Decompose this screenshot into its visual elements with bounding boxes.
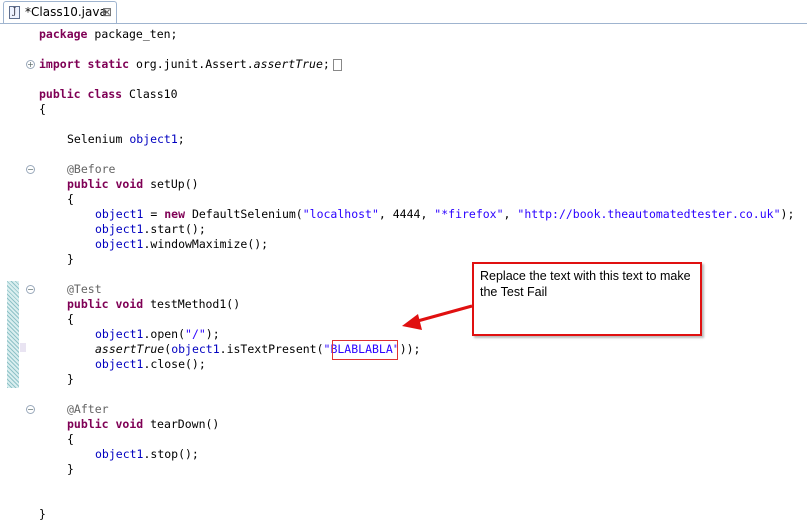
code-line-15: object1.windowMaximize(); (95, 237, 269, 251)
code-line-16: } (67, 252, 74, 266)
collapsed-imports-box[interactable] (333, 59, 342, 71)
code-line-11: public void setUp() (67, 177, 199, 191)
collapse-icon[interactable]: − (26, 405, 35, 414)
code-line-14: object1.start(); (95, 222, 206, 236)
code-line-24: } (67, 372, 74, 386)
code-line-26: @After (67, 402, 109, 416)
close-icon[interactable]: ⊠ (102, 5, 112, 19)
editor-tab-class10[interactable]: J *Class10.java ⊠ (3, 1, 117, 23)
tab-title: *Class10.java (25, 5, 107, 19)
annotation-callout: Replace the text with this text to make … (472, 262, 702, 336)
code-line-12: { (67, 192, 74, 206)
change-ruler-marker (7, 281, 19, 388)
code-line-23: object1.close(); (95, 357, 206, 371)
code-line-6: { (39, 102, 46, 116)
collapse-icon[interactable]: − (26, 165, 35, 174)
editor-tab-bar: J *Class10.java ⊠ (0, 0, 807, 24)
code-line-10: @Before (67, 162, 116, 176)
code-line-20: { (67, 312, 74, 326)
code-line-19: public void testMethod1() (67, 297, 241, 311)
code-line-18: @Test (67, 282, 102, 296)
highlight-box (332, 340, 398, 360)
collapse-icon[interactable]: − (26, 285, 35, 294)
code-line-3: import static org.junit.Assert.assertTru… (39, 57, 330, 71)
code-line-8: Selenium object1; (67, 132, 185, 146)
code-line-27: public void tearDown() (67, 417, 220, 431)
code-line-33: } (39, 507, 46, 521)
code-line-28: { (67, 432, 74, 446)
expand-icon[interactable]: + (26, 60, 35, 69)
code-line-30: } (67, 462, 74, 476)
code-line-13: object1 = new DefaultSelenium("localhost… (95, 207, 795, 221)
current-line-marker (20, 343, 26, 352)
callout-text: Replace the text with this text to make … (480, 269, 691, 299)
code-line-29: object1.stop(); (95, 447, 199, 461)
code-line-21: object1.open("/"); (95, 327, 220, 341)
java-file-icon: J (9, 6, 20, 19)
code-line-1: package package_ten; (39, 27, 178, 41)
code-line-5: public class Class10 (39, 87, 178, 101)
